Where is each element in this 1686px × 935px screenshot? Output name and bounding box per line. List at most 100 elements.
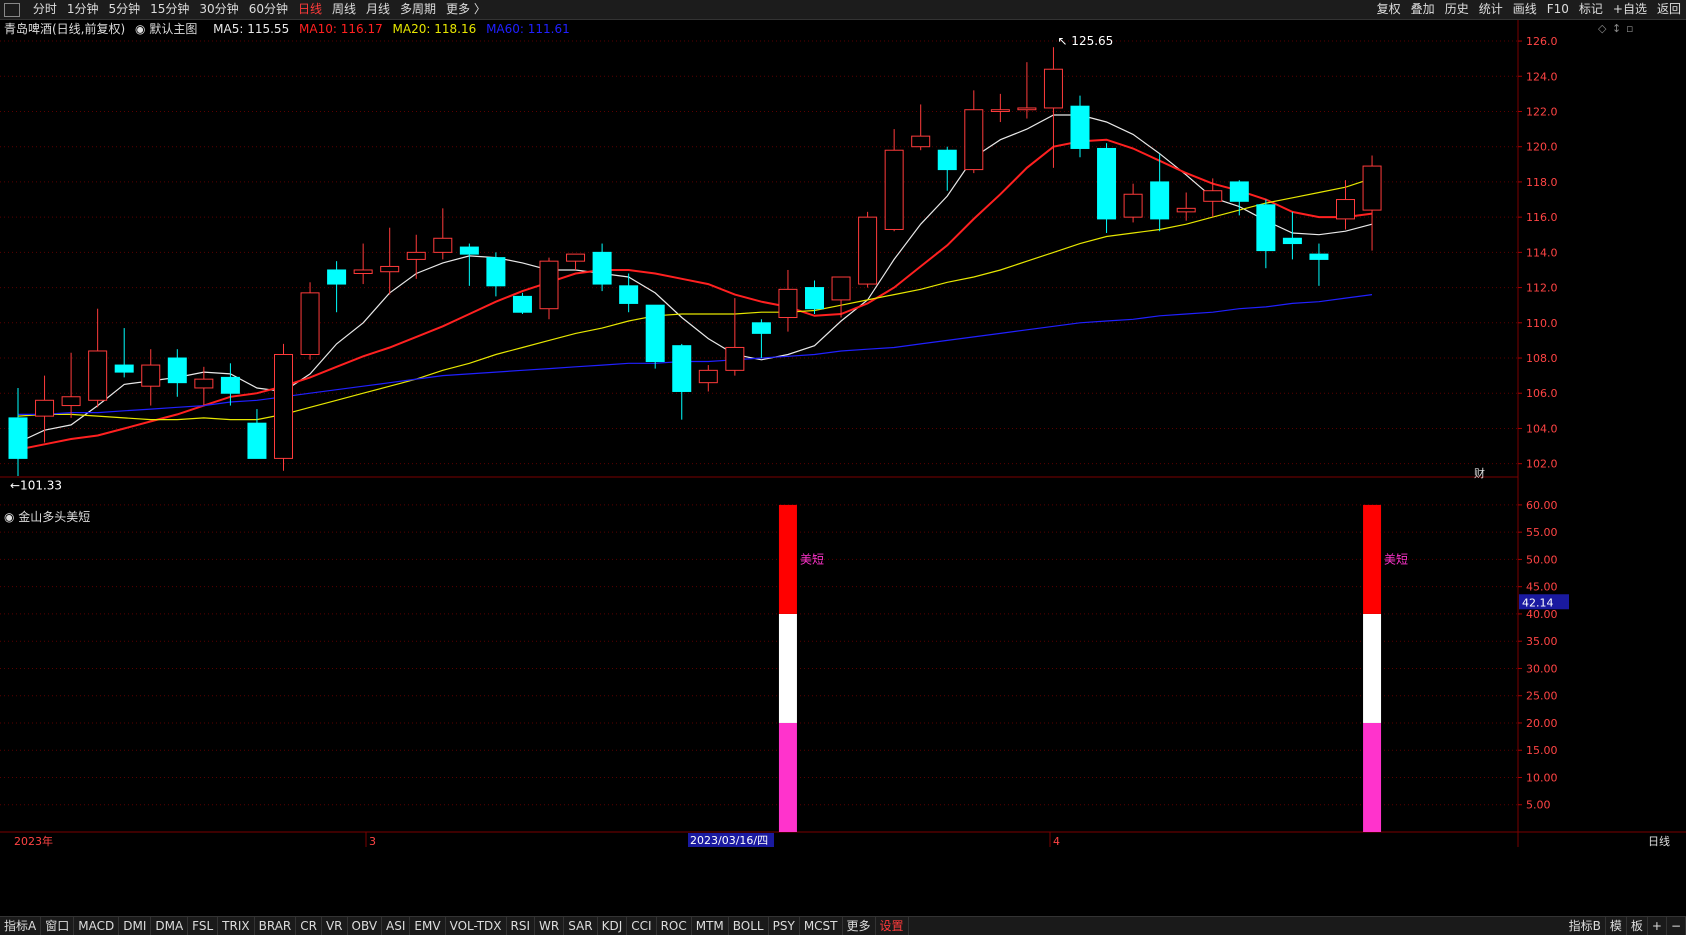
candle-body-up (380, 265, 400, 273)
indicator-tab-11[interactable]: ASI (382, 917, 411, 935)
indicator-tab-12[interactable]: EMV (410, 917, 446, 935)
toolbar-button-3[interactable]: 统计 (1474, 0, 1508, 19)
candle-body-down (1229, 181, 1249, 202)
indicator-tab-20[interactable]: MTM (692, 917, 729, 935)
price-tick-label: 120.0 (1526, 141, 1558, 154)
candle-body-down (459, 246, 479, 255)
indicator-tab-13[interactable]: VOL-TDX (446, 917, 507, 935)
toolbar-button-0[interactable]: 复权 (1372, 0, 1406, 19)
candle (645, 304, 665, 369)
candle (1256, 199, 1276, 269)
indicator-tab-22[interactable]: PSY (769, 917, 800, 935)
sub-tick-label: 15.00 (1526, 744, 1558, 757)
indicator-tab-15[interactable]: WR (535, 917, 565, 935)
indicator-tab-8[interactable]: CR (296, 917, 322, 935)
period-tab-2[interactable]: 5分钟 (103, 0, 145, 19)
sub-tick-label: 10.00 (1526, 771, 1558, 784)
bottom-button-0[interactable]: 指标B (1565, 917, 1606, 935)
indicator-tab-23[interactable]: MCST (800, 917, 843, 935)
indicator-tab-14[interactable]: RSI (507, 917, 536, 935)
bottom-button-4[interactable]: − (1667, 917, 1686, 935)
indicator-tab-0[interactable]: 指标A (0, 917, 42, 935)
indicator-tab-10[interactable]: OBV (348, 917, 383, 935)
period-tab-10[interactable]: 更多 〉 (441, 0, 491, 19)
indicator-tab-4[interactable]: DMA (151, 917, 189, 935)
price-tick-label: 114.0 (1526, 246, 1558, 259)
candle-body-down (619, 285, 639, 304)
candle-body-up (300, 292, 320, 355)
candle-body-up (61, 396, 81, 407)
expand-icon: ↕ (1612, 22, 1621, 35)
sub-tick-label: 20.00 (1526, 717, 1558, 730)
candle (380, 227, 400, 295)
indicator-tab-2[interactable]: MACD (74, 917, 120, 935)
app-menu-icon[interactable] (4, 3, 20, 17)
candle (433, 208, 453, 260)
period-tab-7[interactable]: 周线 (327, 0, 361, 19)
candle-body-up (858, 216, 878, 285)
signal-bar-segment (778, 613, 797, 723)
candle-body-down (512, 295, 532, 313)
indicator-tab-3[interactable]: DMI (119, 917, 152, 935)
toolbar-button-2[interactable]: 历史 (1440, 0, 1474, 19)
period-tab-8[interactable]: 月线 (361, 0, 395, 19)
period-tab-3[interactable]: 15分钟 (145, 0, 194, 19)
signal-bar-segment (1363, 722, 1382, 832)
candle (1123, 183, 1143, 223)
toolbar-button-5[interactable]: F10 (1542, 0, 1574, 19)
indicator-tab-5[interactable]: FSL (188, 917, 219, 935)
signal-bar-segment (1363, 504, 1382, 614)
period-tab-6[interactable]: 日线 (293, 0, 327, 19)
kline-chart-area[interactable]: 102.0 104.0 106.0 108.0 110.0 112.0 114.0 116.0… (0, 20, 1686, 916)
low-price-annotation: ←101.33 (10, 478, 62, 492)
price-tick-label: 102.0 (1526, 458, 1558, 471)
period-tab-0[interactable]: 分时 (28, 0, 62, 19)
candle (88, 308, 108, 408)
indicator-tab-24[interactable]: 更多 (843, 917, 876, 935)
candle (1336, 180, 1355, 230)
indicator-tab-16[interactable]: SAR (564, 917, 598, 935)
toolbar-button-7[interactable]: +自选 (1608, 0, 1652, 19)
candle (698, 365, 718, 392)
candle-body-up (141, 364, 161, 387)
candle (1362, 155, 1382, 251)
candle-body-up (194, 378, 214, 389)
toolbar-button-6[interactable]: 标记 (1574, 0, 1608, 19)
toolbar-button-8[interactable]: 返回 (1652, 0, 1686, 19)
bottom-button-1[interactable]: 模 (1606, 917, 1627, 935)
indicator-tab-25[interactable]: 设置 (876, 917, 909, 935)
candle (406, 234, 426, 279)
indicator-tab-6[interactable]: TRIX (218, 917, 255, 935)
period-tab-4[interactable]: 30分钟 (194, 0, 243, 19)
indicator-tab-21[interactable]: BOLL (729, 917, 769, 935)
bottom-button-3[interactable]: + (1648, 917, 1667, 935)
toolbar-button-1[interactable]: 叠加 (1406, 0, 1440, 19)
signal-bar-segment (778, 504, 797, 614)
candle (114, 328, 134, 378)
candle-body-down (592, 251, 612, 285)
candle-body-up (725, 346, 745, 371)
period-tab-1[interactable]: 1分钟 (62, 0, 104, 19)
period-tab-9[interactable]: 多周期 (395, 0, 441, 19)
sub-indicator-title[interactable]: ◉ 金山多头美短 (4, 508, 90, 526)
sub-tick-label: 50.00 (1526, 553, 1558, 566)
candle-body-down (1070, 105, 1090, 149)
candle (327, 261, 347, 313)
indicator-tab-17[interactable]: KDJ (598, 917, 628, 935)
indicator-tab-9[interactable]: VR (322, 917, 348, 935)
period-tab-5[interactable]: 60分钟 (244, 0, 293, 19)
price-tick-label: 110.0 (1526, 317, 1558, 330)
candle-body-down (1256, 204, 1276, 252)
indicator-tab-1[interactable]: 窗口 (41, 917, 75, 935)
indicator-tab-18[interactable]: CCI (627, 917, 657, 935)
indicator-tab-19[interactable]: ROC (657, 917, 692, 935)
toolbar-button-4[interactable]: 画线 (1508, 0, 1542, 19)
candle (1282, 211, 1302, 260)
candle (1176, 192, 1196, 221)
bottom-button-2[interactable]: 板 (1627, 917, 1648, 935)
indicator-tab-7[interactable]: BRAR (255, 917, 297, 935)
candle (858, 211, 878, 288)
axis-period-label: 日线 (1648, 834, 1670, 848)
candle (61, 352, 81, 418)
candle (1017, 62, 1037, 119)
